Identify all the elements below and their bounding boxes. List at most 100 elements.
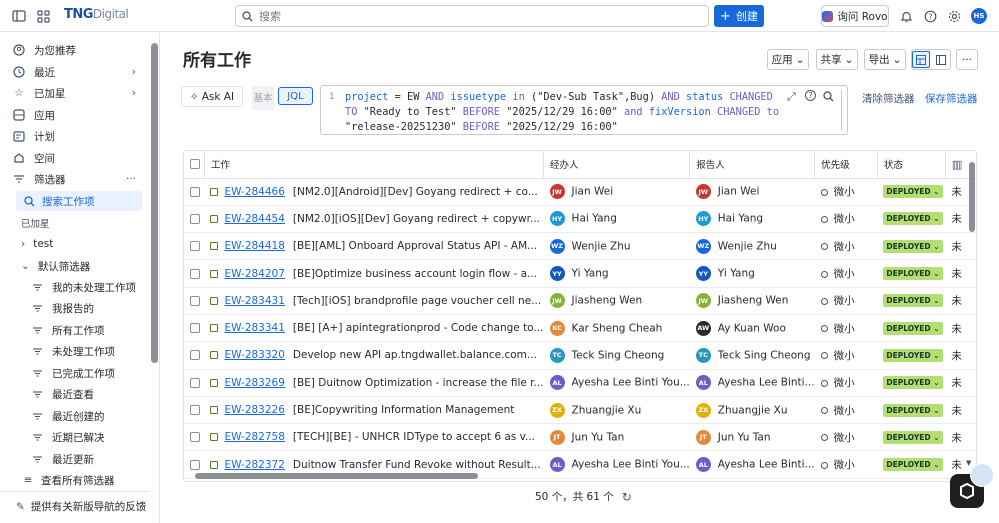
search-input[interactable] [259,9,659,23]
assignee-cell[interactable]: AL Ayesha Lee Binti You... [543,369,690,397]
app-switcher-icon[interactable] [33,6,53,26]
table-row[interactable]: EW-283341 [BE] [A+] apintegrationprod - C… [184,314,976,343]
sidebar-item-filter[interactable]: 所有工作项 [30,320,105,340]
select-all-cell[interactable] [184,151,205,179]
row-select-cell[interactable] [184,259,205,288]
sidebar-item-default-filters[interactable]: ⌄ 默认筛选器 [21,256,90,276]
work-item-summary[interactable]: [TECH][BE] - UNHCR IDType to accept 6 as… [293,431,535,443]
table-row[interactable]: EW-284466 [NM2.0][Android][Dev] Goyang re… [184,178,976,206]
list-view-icon[interactable] [912,51,930,68]
row-select-cell[interactable] [184,287,205,315]
ask-rovo-button[interactable]: 询问 Rovo [821,5,889,27]
work-item-summary[interactable]: [NM2.0][iOS][Dev] Goyang redirect + copy… [293,213,540,225]
reporter-cell[interactable]: AW Ay Kuan Woo [689,314,815,343]
status-cell[interactable]: DEPLOYED ⌄ [877,369,946,397]
table-row[interactable]: EW-283226 [BE]Copywriting Information Man… [184,396,976,425]
status-badge[interactable]: DEPLOYED ⌄ [883,239,943,253]
table-row[interactable]: EW-284454 [NM2.0][iOS][Dev] Goyang redire… [184,205,976,234]
status-badge[interactable]: DEPLOYED ⌄ [883,458,943,472]
sidebar-item-search-work-items[interactable]: 搜索工作项 [16,191,142,211]
status-cell[interactable]: DEPLOYED ⌄ [877,450,946,479]
work-item-summary[interactable]: Duitnow Transfer Fund Revoke without Res… [293,459,541,471]
sidebar-item-test[interactable]: › test [21,234,53,254]
row-checkbox[interactable] [190,241,200,252]
reporter-cell[interactable]: JT Jun Yu Tan [689,423,815,452]
row-checkbox[interactable] [190,405,200,416]
site-logo[interactable]: TNGDigital [64,7,129,22]
basic-search-tab[interactable]: 基本 [252,86,274,110]
row-checkbox[interactable] [190,295,200,306]
sidebar-item-plans[interactable]: 计划 [12,126,55,146]
status-cell[interactable]: DEPLOYED ⌄ [877,341,946,370]
table-row[interactable]: EW-284207 [BE]Optimize business account l… [184,259,976,288]
row-select-cell[interactable] [184,369,205,397]
expand-icon[interactable]: ⤢ [787,90,796,104]
table-vertical-scrollbar[interactable] [969,162,975,232]
save-filter-link[interactable]: 保存筛选器 [925,91,978,106]
reporter-cell[interactable]: AL Ayesha Lee Binti... [689,369,815,397]
table-row[interactable]: EW-283320 Develop new API ap.tngdwallet.b… [184,341,976,370]
select-all-checkbox[interactable] [190,159,200,170]
work-item-key[interactable]: EW-284418 [224,240,284,252]
clear-filters-link[interactable]: 清除筛选器 [862,91,915,106]
sidebar-item-filter[interactable]: 已完成工作项 [30,363,115,383]
help-icon[interactable]: ? [920,6,940,26]
row-checkbox[interactable] [190,213,200,224]
feedback-link[interactable]: ✎ 提供有关新版导航的反馈 [0,491,150,521]
priority-cell[interactable]: 微小 [814,205,878,234]
priority-cell[interactable]: 微小 [814,341,878,370]
status-badge[interactable]: DEPLOYED ⌄ [883,212,943,226]
search-icon[interactable] [823,91,834,105]
work-item-key[interactable]: EW-283320 [224,349,284,361]
priority-cell[interactable]: 微小 [814,369,878,397]
sidebar-item-apps[interactable]: 应用 [12,105,55,125]
priority-cell[interactable]: 微小 [814,423,878,452]
row-checkbox[interactable] [190,323,200,334]
user-avatar[interactable]: HS [971,8,987,24]
jql-search-tab[interactable]: JQL [278,87,313,105]
row-select-cell[interactable] [184,396,205,425]
status-cell[interactable]: DEPLOYED ⌄ [877,232,946,261]
global-search[interactable] [235,5,709,27]
assignee-cell[interactable]: HY Hai Yang [543,205,690,234]
work-item-summary[interactable]: [BE] [A+] apintegrationprod - Code chang… [293,322,544,334]
assignee-cell[interactable]: KC Kar Sheng Cheah [543,314,690,343]
editor-scrollbar[interactable] [841,90,844,130]
more-actions-button[interactable]: ··· [956,49,978,70]
work-item-summary[interactable]: [Tech][iOS] brandprofile page voucher ce… [293,295,541,307]
priority-cell[interactable]: 微小 [814,178,878,206]
column-header-assignee[interactable]: 经办人 [543,151,691,179]
sidebar-item-filter[interactable]: 最近更新 [30,449,94,469]
status-badge[interactable]: DEPLOYED ⌄ [883,430,943,444]
row-select-cell[interactable] [184,178,205,206]
status-cell[interactable]: DEPLOYED ⌄ [877,178,946,206]
row-checkbox[interactable] [190,377,200,388]
priority-cell[interactable]: 微小 [814,232,878,261]
priority-cell[interactable]: 微小 [814,259,878,288]
sidebar-item-filter[interactable]: 我报告的 [30,299,94,319]
row-select-cell[interactable] [184,314,205,343]
apps-dropdown-button[interactable]: 应用 ⌄ [767,49,809,70]
table-row[interactable]: EW-283431 [Tech][iOS] brandprofile page v… [184,287,976,315]
status-cell[interactable]: DEPLOYED ⌄ [877,423,946,452]
assignee-cell[interactable]: JW Jian Wei [543,178,690,206]
assignee-cell[interactable]: TC Teck Sing Cheong [543,341,690,370]
status-badge[interactable]: DEPLOYED ⌄ [883,403,943,417]
create-button[interactable]: + 创建 [714,5,764,27]
row-select-cell[interactable] [184,205,205,234]
export-dropdown-button[interactable]: 导出 ⌄ [864,49,906,70]
reporter-cell[interactable]: JW Jiasheng Wen [689,287,815,315]
sidebar-item-for-you[interactable]: 为您推荐 [12,40,76,60]
row-checkbox[interactable] [190,350,200,361]
row-checkbox[interactable] [190,186,200,197]
sidebar-item-filters[interactable]: 筛选器 ··· [12,169,140,189]
work-item-summary[interactable]: [BE] Duitnow Optimization - increase the… [293,377,544,389]
reporter-cell[interactable]: WZ Wenjie Zhu [689,232,815,261]
sidebar-item-filter[interactable]: 最近创建的 [30,406,105,426]
status-badge[interactable]: DEPLOYED ⌄ [883,321,943,335]
status-cell[interactable]: DEPLOYED ⌄ [877,314,946,343]
reporter-cell[interactable]: ZX Zhuangjie Xu [689,396,815,425]
work-item-key[interactable]: EW-283341 [224,322,284,334]
row-checkbox[interactable] [190,432,200,443]
row-select-cell[interactable] [184,423,205,452]
